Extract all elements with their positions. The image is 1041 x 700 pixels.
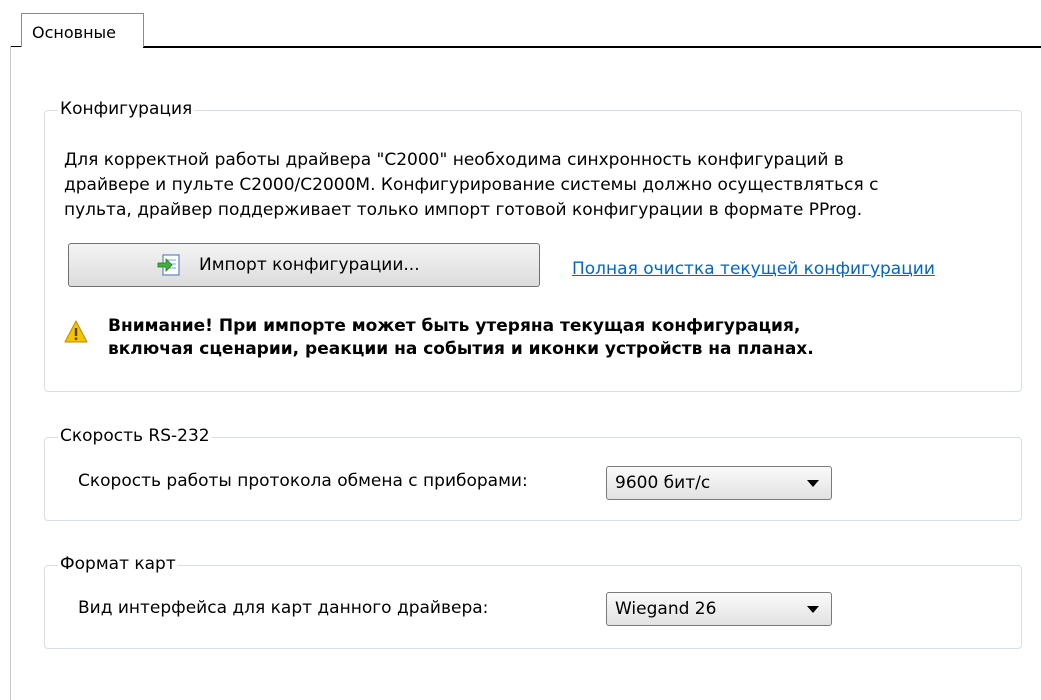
card-interface-select[interactable]: Wiegand 26 — [606, 592, 832, 626]
config-description-line: драйвере и пульте С2000/С2000М. Конфигур… — [64, 175, 879, 195]
card-interface-label: Вид интерфейса для карт данного драйвера… — [78, 598, 489, 618]
warning-line: Внимание! При импорте может быть утеряна… — [108, 316, 801, 336]
warning-message: Внимание! При импорте может быть утеряна… — [108, 315, 814, 361]
config-description-line: пульта, драйвер поддерживает только импо… — [64, 200, 863, 220]
rs232-speed-label: Скорость работы протокола обмена с прибо… — [78, 471, 528, 491]
import-config-button[interactable]: Импорт конфигурации... — [68, 243, 540, 287]
chevron-down-icon — [807, 480, 819, 487]
config-description-line: Для корректной работы драйвера "С2000" н… — [64, 150, 844, 170]
tab-general[interactable]: Основные — [21, 13, 144, 47]
rs232-speed-value: 9600 бит/с — [615, 473, 711, 493]
config-group-title: Конфигурация — [58, 99, 195, 119]
rs232-speed-select[interactable]: 9600 бит/с — [606, 466, 832, 500]
chevron-down-icon — [807, 606, 819, 613]
rs232-group-title: Скорость RS-232 — [58, 426, 212, 446]
card-interface-value: Wiegand 26 — [615, 599, 717, 619]
tab-pane-border — [10, 46, 11, 700]
config-description: Для корректной работы драйвера "С2000" н… — [64, 148, 1024, 223]
warning-icon — [64, 320, 88, 343]
import-config-label: Импорт конфигурации... — [199, 255, 420, 275]
card-format-group-title: Формат карт — [58, 554, 178, 574]
tab-strip-line — [143, 46, 1041, 48]
import-icon — [157, 254, 180, 276]
warning-line: включая сценарии, реакции на события и и… — [108, 339, 814, 359]
clear-config-link[interactable]: Полная очистка текущей конфигурации — [572, 259, 935, 279]
tab-general-label: Основные — [32, 23, 117, 42]
